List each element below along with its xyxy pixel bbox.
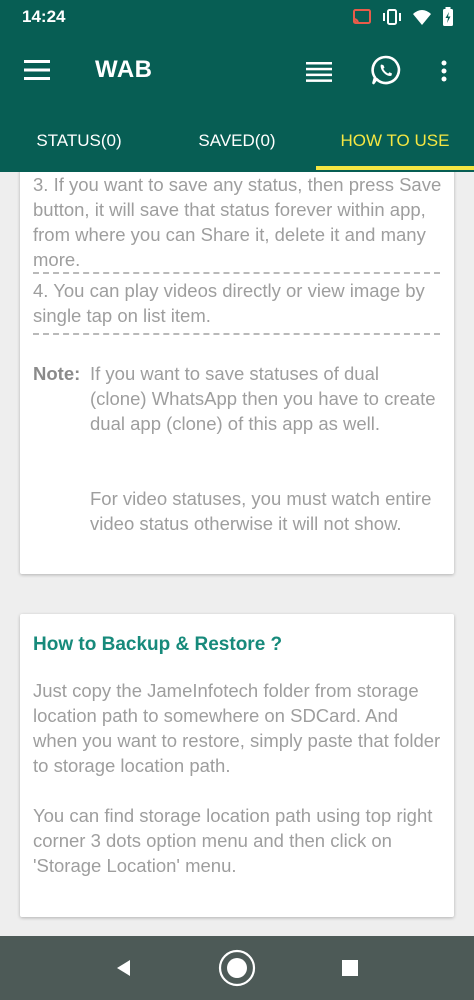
note-label: Note: <box>33 363 81 384</box>
active-tab-indicator <box>316 166 474 170</box>
tab-status[interactable]: STATUS(0) <box>0 110 158 172</box>
tab-how-to-use-label: HOW TO USE <box>340 131 450 150</box>
app-title: WAB <box>95 56 153 83</box>
back-icon[interactable] <box>104 936 144 1000</box>
wifi-icon <box>412 8 432 31</box>
status-icons <box>352 7 454 32</box>
tab-bar: STATUS(0) SAVED(0) HOW TO USE <box>0 110 474 172</box>
tab-how-to-use[interactable]: HOW TO USE <box>316 110 474 172</box>
note-text-video: For video statuses, you must watch entir… <box>90 488 432 534</box>
how-to-use-content[interactable]: 3. If you want to save any status, then … <box>0 172 474 936</box>
system-nav-bar <box>0 936 474 1000</box>
backup-card-title: How to Backup & Restore ? <box>33 634 283 655</box>
home-icon[interactable] <box>213 936 261 1000</box>
status-time: 14:24 <box>22 7 66 26</box>
whatsapp-icon[interactable] <box>370 54 402 91</box>
divider <box>33 333 440 335</box>
list-icon[interactable] <box>306 62 332 87</box>
storage-location-text: You can find storage location path using… <box>33 805 433 876</box>
app-bar: WAB <box>0 34 474 110</box>
menu-icon[interactable] <box>24 60 50 85</box>
status-bar: 14:24 <box>0 0 474 34</box>
recents-icon[interactable] <box>330 936 370 1000</box>
backup-instructions-text: Just copy the JameInfotech folder from s… <box>33 680 441 776</box>
tab-status-label: STATUS(0) <box>36 131 122 150</box>
vibrate-icon <box>382 8 402 31</box>
usage-steps-card: 3. If you want to save any status, then … <box>20 172 454 574</box>
note-text-dual-app: If you want to save statuses of dual (cl… <box>90 363 436 434</box>
tab-saved-label: SAVED(0) <box>198 131 276 150</box>
more-vert-icon[interactable] <box>440 60 448 87</box>
step-4-text: 4. You can play videos directly or view … <box>33 280 425 326</box>
divider <box>33 272 440 274</box>
step-3-text: 3. If you want to save any status, then … <box>33 174 442 270</box>
tab-saved[interactable]: SAVED(0) <box>158 110 316 172</box>
battery-icon <box>442 7 454 32</box>
cast-icon <box>352 8 372 31</box>
backup-restore-card: How to Backup & Restore ? Just copy the … <box>20 614 454 917</box>
